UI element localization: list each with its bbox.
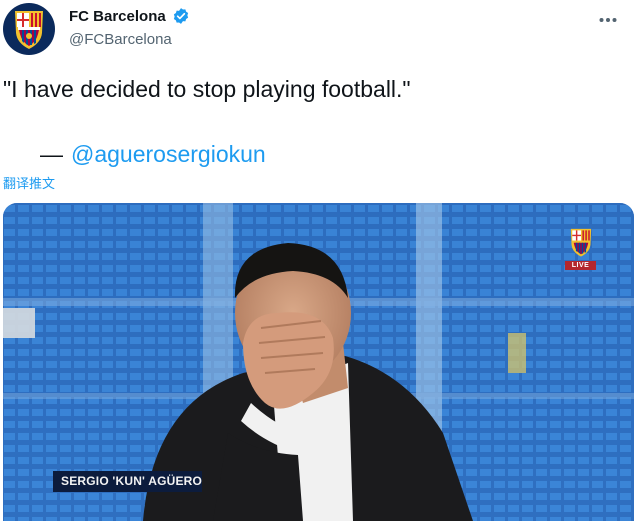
display-name[interactable]: FC Barcelona — [69, 8, 166, 25]
live-badge: LIVE — [565, 261, 596, 270]
video-caption-text: SERGIO 'KUN' AGÜERO — [53, 471, 203, 492]
mention-link[interactable]: @aguerosergiokun — [71, 141, 266, 168]
translate-tweet-link[interactable]: 翻译推文 — [3, 173, 55, 192]
fc-barcelona-crest-icon — [570, 228, 592, 257]
tweet-text: "I have decided to stop playing football… — [3, 76, 411, 102]
attribution-dash: — — [40, 141, 63, 167]
fc-barcelona-crest-icon — [15, 11, 43, 49]
video-caption-bar: SERGIO 'KUN' AGÜERO — [53, 471, 203, 492]
account-handle[interactable]: @FCBarcelona — [69, 31, 172, 48]
profile-avatar[interactable] — [3, 3, 55, 55]
more-options-icon[interactable] — [588, 0, 628, 40]
verified-badge-icon — [173, 8, 188, 24]
tweet-attribution: — @aguerosergiokun — [40, 141, 266, 168]
